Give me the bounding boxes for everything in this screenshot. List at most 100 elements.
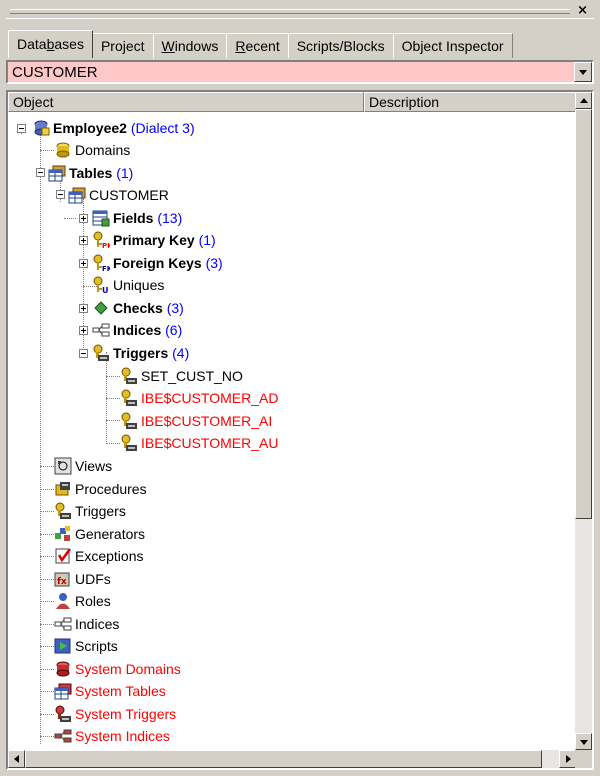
tree-node-uniques[interactable]: U Uniques: [92, 274, 164, 296]
dock-grip-bar[interactable]: ×: [6, 4, 594, 19]
tree-node-customer[interactable]: CUSTOMER: [68, 184, 169, 206]
tree-node-primary-key[interactable]: PK Primary Key (1): [92, 229, 216, 251]
combo-dropdown-button[interactable]: [574, 62, 592, 82]
tree-node-checks[interactable]: Checks (3): [92, 297, 184, 319]
tree-line: [40, 511, 54, 512]
tree-node-label: Foreign Keys: [113, 255, 202, 271]
scroll-up-button[interactable]: [575, 92, 592, 109]
tree-node-indices[interactable]: Indices (6): [92, 319, 182, 341]
scripts-icon: [54, 637, 72, 655]
tree-node-scripts[interactable]: Scripts: [54, 635, 118, 657]
tree-node-procedures[interactable]: Procedures: [54, 478, 147, 500]
expand-toggle[interactable]: [79, 304, 88, 313]
column-header-description[interactable]: Description: [364, 92, 576, 112]
tree-node-trigger-item[interactable]: IBE$CUSTOMER_AU: [120, 432, 278, 454]
tab-strip: Databases Project Windows Recent Scripts…: [8, 30, 594, 58]
tree-node-tables[interactable]: Tables (1): [48, 162, 133, 184]
tree-line: [64, 218, 76, 219]
tab-accel: W: [161, 38, 175, 54]
horizontal-scrollbar[interactable]: [8, 750, 576, 768]
tree-node-label: Triggers: [113, 345, 169, 361]
tab-windows[interactable]: Windows: [152, 33, 228, 58]
trigger-icon: [120, 434, 138, 452]
tree-line: [40, 624, 54, 625]
tree-node-udfs[interactable]: fx UDFs: [54, 568, 111, 590]
tree-line: [40, 466, 54, 467]
collapse-toggle[interactable]: [36, 168, 45, 177]
tree-node-label: System Indices: [75, 728, 170, 744]
collapse-toggle[interactable]: [79, 349, 88, 358]
tree-node-label: Procedures: [75, 481, 147, 497]
tree-node-roles[interactable]: Roles: [54, 590, 111, 612]
tree-line: [40, 669, 54, 670]
tree-node-db-triggers[interactable]: Triggers: [54, 500, 126, 522]
trigger-icon: [120, 367, 138, 385]
tab-project[interactable]: Project: [91, 33, 154, 58]
tree-node-trigger-item[interactable]: IBE$CUSTOMER_AI: [120, 410, 272, 432]
tab-accel: R: [235, 38, 246, 54]
expand-toggle[interactable]: [79, 259, 88, 268]
tree-node-system-tables[interactable]: System Tables: [54, 680, 166, 702]
tree-node-label: SET_CUST_NO: [141, 368, 243, 384]
vertical-scroll-thumb[interactable]: [575, 109, 592, 519]
collapse-toggle[interactable]: [17, 124, 26, 133]
column-header-object[interactable]: Object: [8, 92, 364, 112]
primary-key-icon: PK: [92, 231, 113, 250]
tables-icon: [54, 682, 72, 700]
scroll-left-button[interactable]: [8, 750, 25, 768]
tree-node-database[interactable]: Employee2 (Dialect 3): [32, 117, 195, 139]
tree-node-trigger-item[interactable]: SET_CUST_NO: [120, 365, 243, 387]
tree-node-db-indices[interactable]: Indices: [54, 613, 119, 635]
tree-line: [40, 534, 54, 535]
horizontal-scroll-thumb[interactable]: [25, 750, 542, 768]
tree-node-count: (3): [205, 255, 223, 271]
tree-node-views[interactable]: Views: [54, 455, 112, 477]
grip-lines: [10, 9, 570, 14]
tree-node-system-triggers[interactable]: System Triggers: [54, 703, 176, 725]
tree-node-system-domains[interactable]: System Domains: [54, 658, 181, 680]
index-icon: [92, 321, 110, 339]
object-combo[interactable]: CUSTOMER: [6, 60, 594, 84]
tree-node-count: (3): [166, 300, 184, 316]
vertical-scrollbar[interactable]: [575, 92, 592, 750]
tree-node-label: System Triggers: [75, 706, 177, 722]
tree-line: [106, 420, 120, 421]
tree-line: [40, 691, 54, 692]
scroll-corner: [575, 750, 592, 768]
scroll-down-button[interactable]: [575, 733, 592, 750]
database-tree-panel: Object Description Employee2 (Dialect 3)…: [6, 90, 594, 770]
fields-icon: [92, 209, 110, 227]
database-icon: [32, 119, 50, 137]
arrow-down-icon: [580, 740, 588, 745]
tree-node-system-indices[interactable]: System Indices: [54, 725, 170, 747]
tree-node-generators[interactable]: Generators: [54, 523, 145, 545]
expand-toggle[interactable]: [79, 236, 88, 245]
close-icon[interactable]: ×: [577, 4, 588, 18]
tab-databases[interactable]: Databases: [8, 30, 93, 58]
tree-node-foreign-keys[interactable]: FK Foreign Keys (3): [92, 252, 223, 274]
tab-object-inspector[interactable]: Object Inspector: [392, 33, 513, 58]
generators-icon: [54, 525, 72, 543]
object-explorer-window: × Databases Project Windows Recent Scrip…: [0, 0, 600, 776]
index-icon: [54, 727, 72, 745]
tree-node-label: System Tables: [75, 683, 166, 699]
expand-toggle[interactable]: [79, 326, 88, 335]
tab-recent[interactable]: Recent: [226, 33, 289, 58]
trigger-icon: [120, 389, 138, 407]
tab-scripts-blocks[interactable]: Scripts/Blocks: [287, 33, 394, 58]
tree-node-trigger-item[interactable]: IBE$CUSTOMER_AD: [120, 387, 278, 409]
tree-node-domains[interactable]: Domains: [54, 139, 130, 161]
tree-node-label: IBE$CUSTOMER_AI: [141, 413, 273, 429]
expand-toggle[interactable]: [79, 214, 88, 223]
tree-node-fields[interactable]: Fields (13): [92, 207, 182, 229]
tree-node-label: Tables: [69, 165, 113, 181]
tree-line: [40, 646, 54, 647]
tree-node-triggers[interactable]: Triggers (4): [92, 342, 189, 364]
collapse-toggle[interactable]: [56, 190, 65, 199]
roles-icon: [54, 592, 72, 610]
object-combo-value: CUSTOMER: [12, 64, 98, 81]
tree-node-exceptions[interactable]: Exceptions: [54, 545, 143, 567]
scroll-right-button[interactable]: [559, 750, 576, 768]
tree-node-count: (6): [165, 322, 183, 338]
svg-text:U: U: [102, 286, 109, 294]
